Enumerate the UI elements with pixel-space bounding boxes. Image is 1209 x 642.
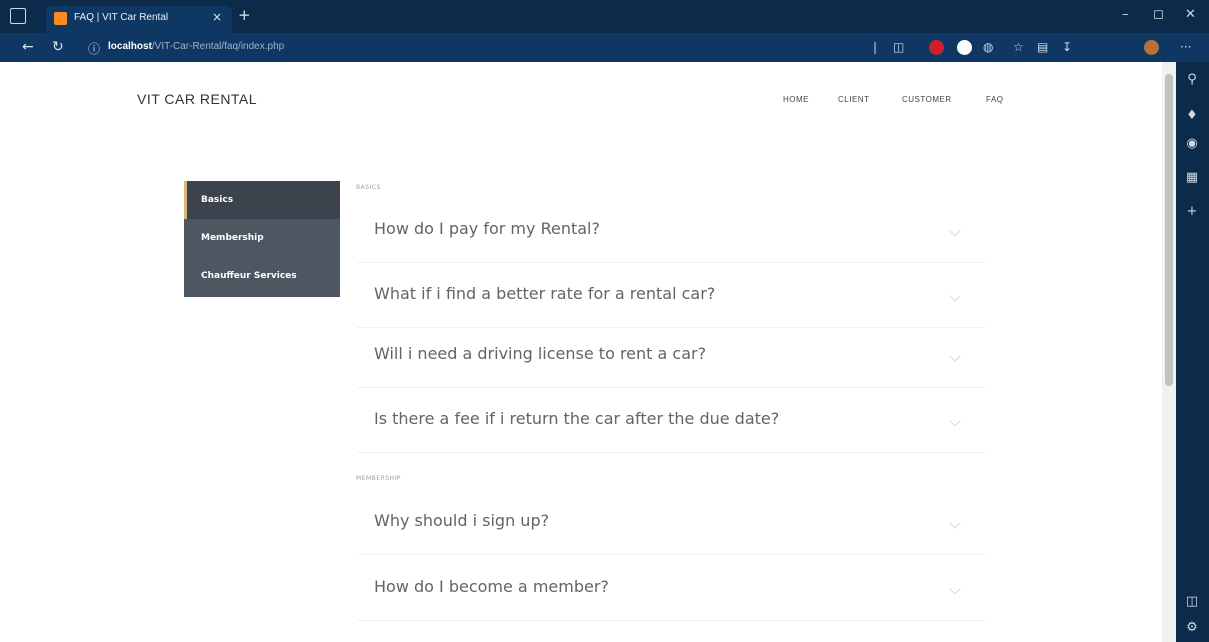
chevron-down-icon[interactable] [949, 415, 961, 427]
extension-white-icon[interactable] [957, 40, 972, 55]
faq-item[interactable]: How do I pay for my Rental? [357, 199, 985, 263]
browser-tab[interactable]: FAQ | VIT Car Rental × [46, 6, 232, 33]
close-window-icon[interactable]: ✕ [1185, 7, 1196, 22]
site-brand[interactable]: VIT CAR RENTAL [137, 91, 257, 107]
back-icon[interactable]: ← [22, 39, 34, 55]
faq-question: How do I become a member? [374, 577, 609, 596]
tab-actions-icon[interactable] [10, 8, 26, 24]
nav-customer[interactable]: CUSTOMER [902, 95, 952, 104]
tab-close-icon[interactable]: × [212, 10, 222, 24]
scrollbar[interactable] [1162, 62, 1176, 642]
new-tab-icon[interactable]: + [238, 8, 251, 23]
faq-category-nav: Basics Membership Chauffeur Services [184, 181, 340, 297]
read-aloud-icon[interactable]: ❘ [870, 40, 880, 55]
collections-icon[interactable]: ▤ [1037, 40, 1048, 55]
maximize-icon[interactable]: ◻ [1153, 7, 1164, 22]
nav-home[interactable]: HOME [783, 95, 809, 104]
chevron-down-icon[interactable] [949, 517, 961, 529]
faq-item[interactable]: What if i find a better rate for a renta… [357, 264, 985, 328]
address-bar[interactable]: localhost/VIT-Car-Rental/faq/index.php [108, 41, 284, 52]
nav-client[interactable]: CLIENT [838, 95, 869, 104]
nav-faq[interactable]: FAQ [986, 95, 1004, 104]
faq-question: Will i need a driving license to rent a … [374, 344, 707, 363]
tab-title: FAQ | VIT Car Rental [74, 12, 169, 23]
chevron-down-icon[interactable] [949, 290, 961, 302]
browser-tab-bar: FAQ | VIT Car Rental × + – ◻ ✕ [0, 0, 1209, 33]
category-basics[interactable]: Basics [184, 181, 340, 219]
extension-red-icon[interactable] [929, 40, 944, 55]
url-host: localhost [108, 41, 152, 52]
browser-sidebar: ⚲ ♦ ◉ ▦ + ◫ ⚙ [1176, 62, 1209, 642]
office-icon[interactable]: ◉ [1184, 136, 1200, 151]
category-membership[interactable]: Membership [184, 219, 340, 257]
faq-question: Why should i sign up? [374, 511, 550, 530]
minimize-icon[interactable]: – [1122, 7, 1129, 22]
chevron-down-icon[interactable] [949, 350, 961, 362]
chevron-down-icon[interactable] [949, 225, 961, 237]
category-chauffeur-services[interactable]: Chauffeur Services [184, 257, 340, 295]
screen-icon[interactable]: ◫ [893, 40, 904, 55]
favorite-star-icon[interactable]: ☆ [1013, 40, 1024, 55]
extension-c-icon[interactable]: ◍ [983, 40, 993, 55]
downloads-icon[interactable]: ↧ [1062, 40, 1072, 55]
more-menu-icon[interactable]: ··· [1180, 40, 1191, 55]
section-label-membership: MEMBERSHIP [356, 475, 401, 482]
tag-icon[interactable]: ♦ [1184, 108, 1200, 123]
settings-icon[interactable]: ⚙ [1184, 620, 1200, 635]
layout-icon[interactable]: ◫ [1184, 594, 1200, 609]
profile-avatar[interactable] [1144, 40, 1159, 55]
refresh-icon[interactable]: ↻ [52, 39, 64, 55]
url-path: /VIT-Car-Rental/faq/index.php [151, 41, 285, 52]
faq-item[interactable]: How do I become a member? [357, 557, 985, 621]
faq-item[interactable]: Is there a fee if i return the car after… [357, 389, 985, 453]
scrollbar-thumb[interactable] [1165, 74, 1173, 386]
faq-item[interactable]: Will i need a driving license to rent a … [357, 324, 985, 388]
address-bar-row: ← ↻ ⓘ localhost/VIT-Car-Rental/faq/index… [0, 33, 1209, 62]
faq-question: Is there a fee if i return the car after… [374, 409, 780, 428]
search-icon[interactable]: ⚲ [1184, 72, 1200, 87]
faq-question: What if i find a better rate for a renta… [374, 284, 716, 303]
favicon-icon [54, 12, 67, 25]
add-icon[interactable]: + [1184, 204, 1200, 219]
chevron-down-icon[interactable] [949, 583, 961, 595]
info-icon[interactable]: ⓘ [88, 40, 100, 57]
outlook-icon[interactable]: ▦ [1184, 170, 1200, 185]
faq-item[interactable]: Why should i sign up? [357, 491, 985, 555]
faq-question: How do I pay for my Rental? [374, 219, 600, 238]
section-label-basics: BASICS [356, 184, 381, 191]
